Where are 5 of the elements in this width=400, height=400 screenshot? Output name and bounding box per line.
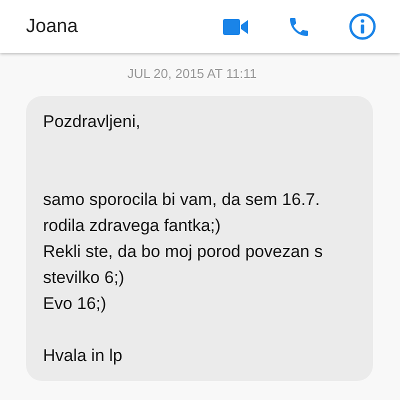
info-icon[interactable] xyxy=(349,13,376,40)
message-timestamp: JUL 20, 2015 AT 11:11 xyxy=(127,66,257,81)
message-bubble: Pozdravljeni, samo sporocila bi vam, da sem 16.7. rodila zdravega fantka;) Rekli ste, da bo moj porod povezan s stevilko 6;) Evo 16;) Hvala in lp xyxy=(26,96,373,381)
contact-name: Joana xyxy=(26,16,79,38)
video-camera-icon[interactable] xyxy=(223,18,249,36)
